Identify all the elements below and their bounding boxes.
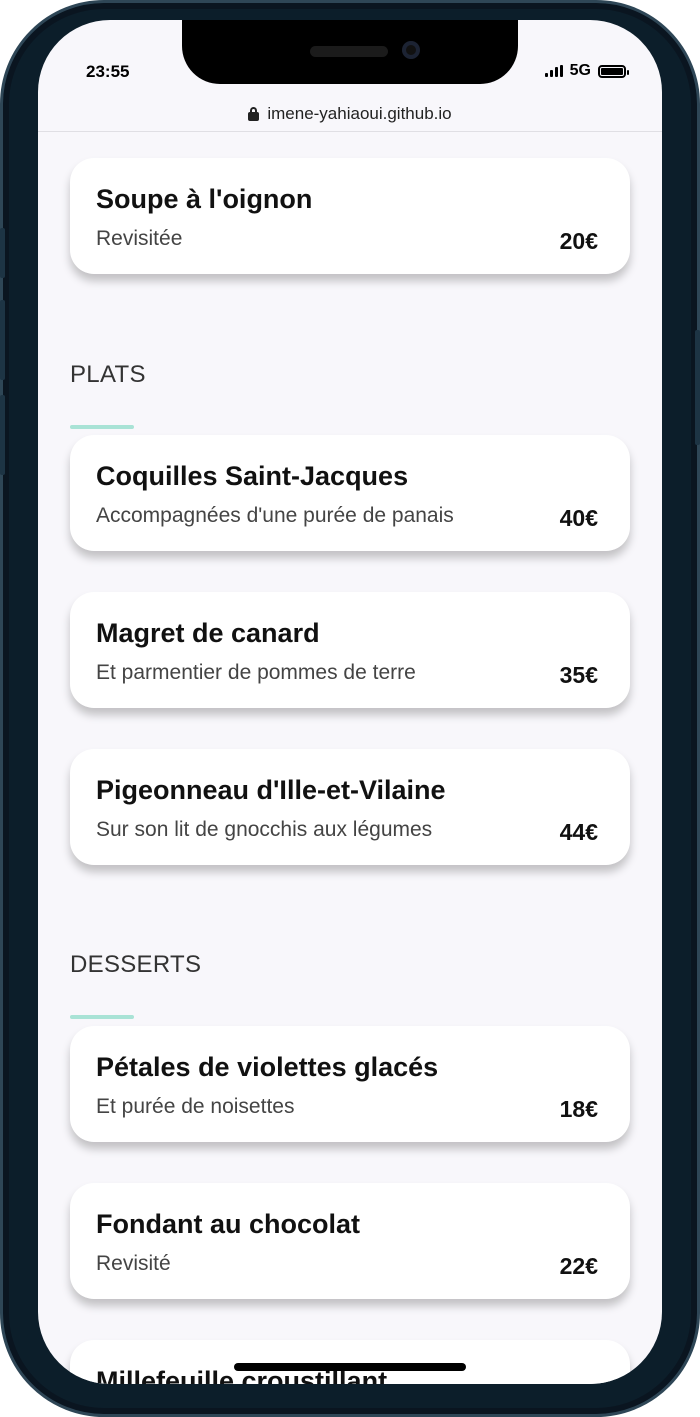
dish-name: Magret de canard (96, 618, 320, 648)
dish-price: 44€ (559, 819, 598, 845)
dish-price: 35€ (559, 662, 598, 688)
dish-price: 20€ (559, 228, 598, 254)
status-time: 23:55 (86, 62, 130, 81)
menu-item-card[interactable]: Fondant au chocolat Revisité 22€ (70, 1183, 630, 1299)
side-button (0, 395, 5, 475)
notch (182, 20, 518, 84)
menu-item-card[interactable]: Pétales de violettes glacés Et purée de … (70, 1026, 630, 1142)
screen: 23:55 5G imene-yahiaoui.github.io Soupe … (38, 20, 662, 1384)
address-bar[interactable]: imene-yahiaoui.github.io (38, 96, 662, 132)
menu-item-card[interactable]: Pigeonneau d'Ille-et-Vilaine Sur son lit… (70, 749, 630, 865)
front-camera (402, 41, 420, 59)
dish-description: Revisité (96, 1252, 171, 1275)
menu-item-card[interactable]: Millefeuille croustillant (70, 1340, 630, 1384)
signal-icon (544, 65, 563, 77)
lock-icon (248, 107, 260, 121)
dish-description: Et parmentier de pommes de terre (96, 661, 416, 684)
side-button (0, 300, 5, 380)
side-button (0, 228, 5, 278)
dish-description: Et purée de noisettes (96, 1095, 295, 1118)
dish-description: Accompagnées d'une purée de panais (96, 504, 454, 527)
section-underline (70, 425, 134, 429)
menu-content[interactable]: Soupe à l'oignon Revisitée 20€ PLATS Coq… (38, 132, 662, 1384)
dish-name: Pigeonneau d'Ille-et-Vilaine (96, 775, 446, 805)
section-title-plats: PLATS (70, 361, 146, 388)
section-title-desserts: DESSERTS (70, 951, 202, 978)
status-indicators: 5G (544, 62, 629, 80)
network-type: 5G (569, 62, 591, 79)
battery-icon (598, 64, 629, 78)
speaker-grille (310, 46, 388, 57)
dish-name: Coquilles Saint-Jacques (96, 461, 409, 491)
menu-item-card[interactable]: Magret de canard Et parmentier de pommes… (70, 592, 630, 708)
menu-item-card[interactable]: Coquilles Saint-Jacques Accompagnées d'u… (70, 435, 630, 551)
dish-name: Fondant au chocolat (96, 1209, 361, 1239)
url-text[interactable]: imene-yahiaoui.github.io (267, 104, 451, 124)
home-indicator[interactable] (234, 1363, 466, 1371)
side-button (695, 330, 700, 445)
dish-name: Soupe à l'oignon (96, 184, 313, 214)
dish-price: 22€ (559, 1253, 598, 1279)
dish-price: 40€ (559, 505, 598, 531)
menu-item-card[interactable]: Soupe à l'oignon Revisitée 20€ (70, 158, 630, 274)
dish-name: Pétales de violettes glacés (96, 1052, 439, 1082)
dish-price: 18€ (559, 1096, 598, 1122)
dish-description: Sur son lit de gnocchis aux légumes (96, 818, 433, 841)
dish-description: Revisitée (96, 227, 183, 250)
section-underline (70, 1015, 134, 1019)
